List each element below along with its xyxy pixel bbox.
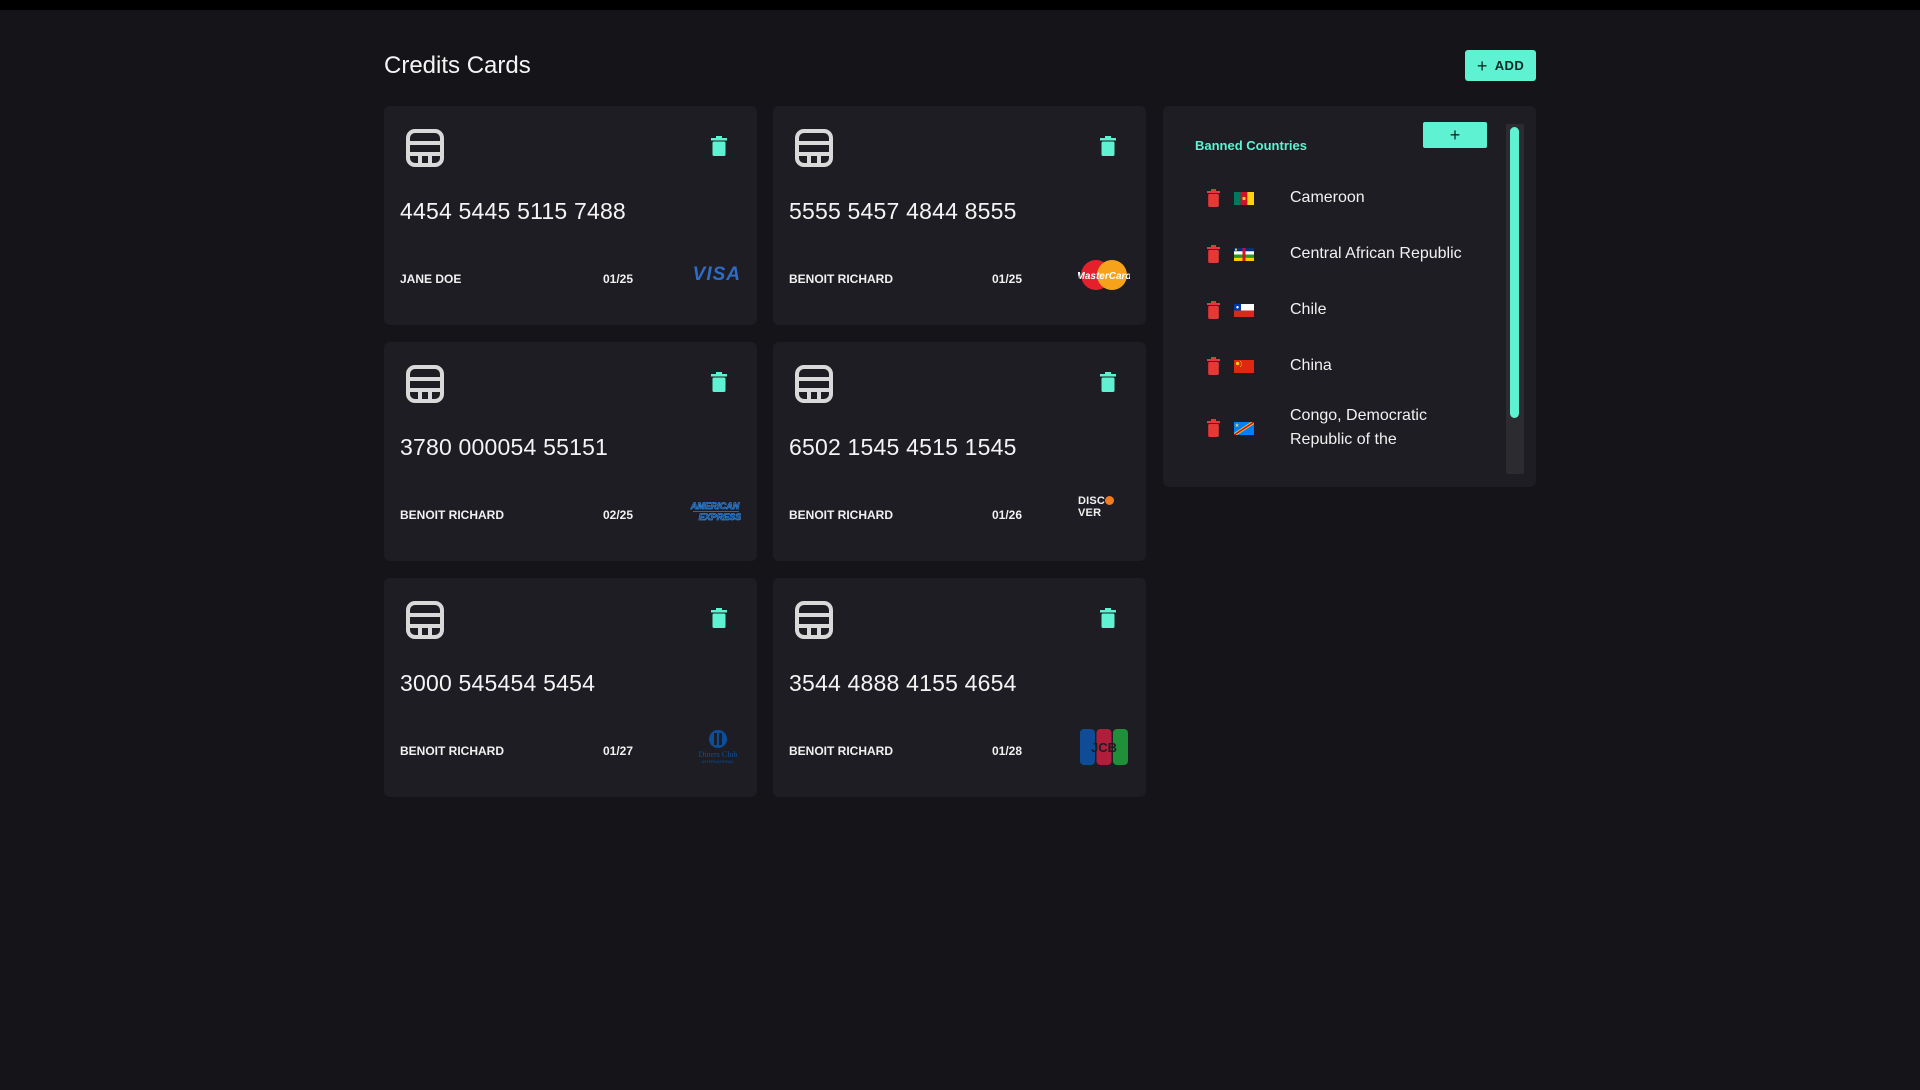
card-number: 3000 545454 5454	[400, 670, 596, 696]
card-number: 6502 1545 4515 1545	[789, 434, 1017, 460]
credit-card: 3544 4888 4155 4654 BENOIT RICHARD 01/28…	[773, 578, 1146, 797]
svg-text:AMERICAN: AMERICAN	[690, 501, 740, 511]
delete-card-trash-icon[interactable]	[1100, 372, 1116, 392]
banned-country-item: Cameroon	[1207, 186, 1497, 210]
svg-text:JCB: JCB	[1091, 740, 1117, 755]
card-holder: BENOIT RICHARD	[400, 508, 504, 522]
chip-icon	[406, 129, 444, 167]
card-expiry: 01/28	[992, 744, 1023, 758]
banned-country-item: Chile	[1207, 298, 1497, 322]
svg-text:Diners Club: Diners Club	[699, 750, 738, 759]
card-expiry: 02/25	[603, 508, 634, 522]
add-card-label: ADD	[1494, 58, 1525, 73]
credit-card: 3780 000054 55151 BENOIT RICHARD 02/25 A…	[384, 342, 757, 561]
card-expiry: 01/26	[992, 508, 1023, 522]
card-number: 4454 5445 5115 7488	[400, 198, 626, 224]
country-name: Chile	[1290, 301, 1327, 318]
page-title: Credits Cards	[384, 52, 531, 79]
chile-flag-icon	[1234, 303, 1254, 317]
credit-card: 5555 5457 4844 8555 BENOIT RICHARD 01/25…	[773, 106, 1146, 325]
card-holder: BENOIT RICHARD	[789, 272, 893, 286]
delete-country-trash-icon[interactable]	[1207, 189, 1220, 207]
banned-countries-panel: Banned Countries + Cameroon Central Afri…	[1163, 106, 1536, 487]
banned-countries-title: Banned Countries	[1195, 138, 1307, 153]
card-expiry: 01/25	[603, 272, 634, 286]
top-bar	[0, 0, 1920, 10]
scrollbar-thumb[interactable]	[1510, 127, 1519, 418]
mastercard-logo: MasterCard	[1078, 256, 1130, 294]
delete-country-trash-icon[interactable]	[1207, 419, 1220, 437]
credit-card: 6502 1545 4515 1545 BENOIT RICHARD 01/26…	[773, 342, 1146, 561]
delete-card-trash-icon[interactable]	[1100, 136, 1116, 156]
delete-country-trash-icon[interactable]	[1207, 245, 1220, 263]
delete-card-trash-icon[interactable]	[1100, 608, 1116, 628]
country-name: Central African Republic	[1290, 245, 1462, 262]
svg-text:MasterCard: MasterCard	[1078, 271, 1130, 282]
card-holder: BENOIT RICHARD	[789, 744, 893, 758]
central-african-republic-flag-icon	[1234, 247, 1254, 261]
china-flag-icon	[1234, 359, 1254, 373]
jcb-logo: JCB	[1078, 728, 1130, 766]
card-expiry: 01/27	[603, 744, 634, 758]
banned-country-item: Congo, Democratic Republic of the	[1207, 404, 1497, 452]
delete-card-trash-icon[interactable]	[711, 608, 727, 628]
banned-country-item: China	[1207, 354, 1497, 378]
card-number: 3780 000054 55151	[400, 434, 609, 460]
credit-card: 4454 5445 5115 7488 JANE DOE 01/25 VISA	[384, 106, 757, 325]
chip-icon	[406, 365, 444, 403]
country-name: China	[1290, 357, 1332, 374]
delete-card-trash-icon[interactable]	[711, 136, 727, 156]
delete-country-trash-icon[interactable]	[1207, 357, 1220, 375]
chip-icon	[795, 129, 833, 167]
card-number: 3544 4888 4155 4654	[789, 670, 1017, 696]
chip-icon	[795, 601, 833, 639]
diners-club-logo: Diners Club INTERNATIONAL	[689, 728, 741, 766]
scrollbar[interactable]	[1506, 124, 1524, 474]
delete-card-trash-icon[interactable]	[711, 372, 727, 392]
delete-country-trash-icon[interactable]	[1207, 301, 1220, 319]
banned-country-item: Central African Republic	[1207, 242, 1497, 266]
cameroon-flag-icon	[1234, 191, 1254, 205]
svg-text:INTERNATIONAL: INTERNATIONAL	[702, 759, 734, 764]
visa-logo: VISA	[692, 264, 741, 285]
country-name: Congo, Democratic Republic of the	[1290, 407, 1427, 448]
plus-icon: +	[1476, 55, 1488, 76]
american-express-logo: AMERICAN EXPRESS	[689, 492, 741, 530]
country-name: Cameroon	[1290, 189, 1365, 206]
add-country-button[interactable]: +	[1423, 122, 1487, 148]
card-expiry: 01/25	[992, 272, 1023, 286]
card-holder: JANE DOE	[400, 272, 462, 286]
add-card-button[interactable]: + ADD	[1465, 50, 1536, 81]
card-number: 5555 5457 4844 8555	[789, 198, 1017, 224]
card-holder: BENOIT RICHARD	[789, 508, 893, 522]
chip-icon	[406, 601, 444, 639]
discover-logo: DISCVER	[1078, 488, 1130, 526]
congo-democratic-republic-flag-icon	[1234, 421, 1254, 435]
chip-icon	[795, 365, 833, 403]
credit-card: 3000 545454 5454 BENOIT RICHARD 01/27 Di…	[384, 578, 757, 797]
card-holder: BENOIT RICHARD	[400, 744, 504, 758]
svg-text:EXPRESS: EXPRESS	[699, 512, 741, 522]
